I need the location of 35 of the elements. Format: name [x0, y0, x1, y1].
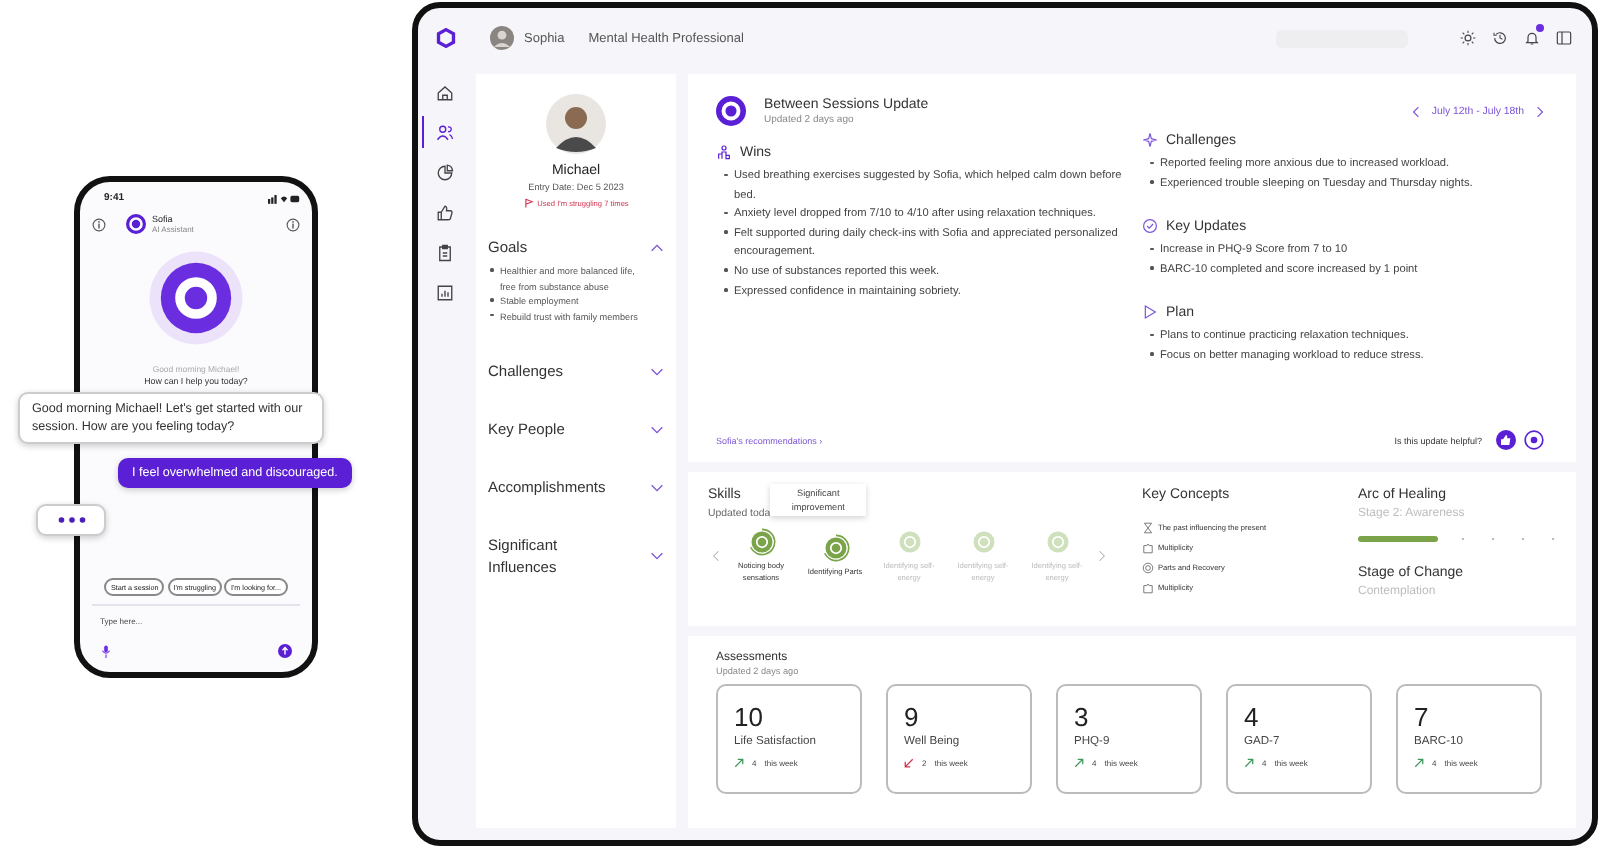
- home-icon: [436, 83, 454, 101]
- info-icon[interactable]: [286, 217, 300, 231]
- bell-icon[interactable]: [1524, 30, 1540, 46]
- section-icon: [716, 144, 732, 160]
- section-icon: [1142, 304, 1158, 321]
- assistant-logo-icon: [716, 96, 746, 126]
- score-value: 4: [1244, 704, 1261, 732]
- bar-chart-icon: [436, 283, 454, 301]
- score-value: 9: [904, 704, 921, 732]
- sun-icon[interactable]: [1460, 30, 1476, 46]
- chevron-right-icon[interactable]: [1536, 105, 1544, 117]
- pie-chart-icon: [436, 163, 454, 181]
- assistant-logo-icon: [148, 250, 244, 346]
- thumbs-up-button[interactable]: [1496, 430, 1516, 450]
- history-icon[interactable]: [1492, 30, 1508, 46]
- clipboard-icon: [436, 243, 454, 261]
- sidebar-toggle-icon[interactable]: [1556, 30, 1572, 46]
- microphone-icon[interactable]: [100, 644, 112, 660]
- chevron-left-icon[interactable]: [1411, 105, 1420, 117]
- status-icons: [268, 193, 300, 203]
- typing-dots-icon: [57, 516, 85, 524]
- section-icon: [1142, 218, 1158, 235]
- send-icon[interactable]: [278, 644, 292, 658]
- avatar-icon: [490, 26, 514, 50]
- thumbs-up-icon: [436, 203, 454, 221]
- avatar-icon: [546, 94, 606, 154]
- app-logo-icon: [436, 28, 456, 48]
- info-icon[interactable]: [92, 217, 106, 231]
- score-value: 10: [734, 704, 765, 732]
- score-value: 3: [1074, 704, 1091, 732]
- section-icon: [1142, 132, 1158, 148]
- people-icon: [436, 123, 454, 141]
- flag-icon: [523, 198, 534, 208]
- score-value: 7: [1414, 704, 1431, 732]
- assistant-logo-icon: [126, 214, 146, 234]
